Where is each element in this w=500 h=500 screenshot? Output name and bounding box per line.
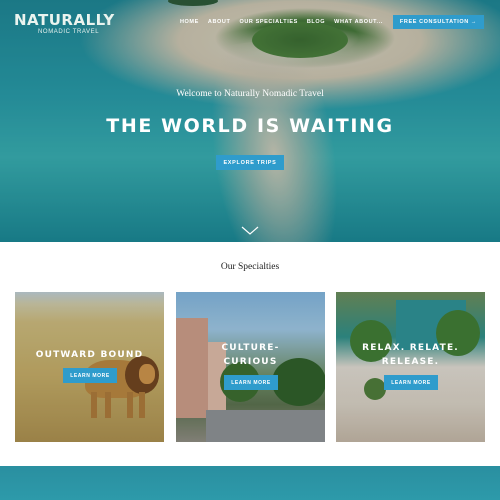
hero-headline: THE WORLD IS WAITING [106,115,394,137]
card-title-line: OUTWARD BOUND [35,350,144,360]
nav-item-home[interactable]: HOME [180,19,199,25]
card-title-line: RELEASE. [381,357,440,367]
main-nav: HOME ABOUT OUR SPECIALTIES BLOG WHAT ABO… [171,15,484,29]
hero-welcome-text: Welcome to Naturally Nomadic Travel [176,89,324,99]
card-overlay [15,292,164,442]
nav-item-blog[interactable]: BLOG [307,19,325,25]
learn-more-button[interactable]: LEARN MORE [224,375,278,390]
card-title-line: CULTURE- [221,343,280,353]
free-consultation-button[interactable]: FREE CONSULTATION → [392,15,484,29]
logo-main-text: NATURALLY [14,11,115,29]
nav-item-our-specialties[interactable]: OUR SPECIALTIES [239,19,297,25]
card-title-line: CURIOUS [223,357,278,367]
hero-section: NATURALLY NOMADIC TRAVEL HOME ABOUT OUR … [0,0,500,242]
specialties-heading: Our Specialties [220,262,280,272]
chevron-down-icon[interactable] [241,226,259,236]
explore-trips-button[interactable]: EXPLORE TRIPS [216,155,284,170]
learn-more-button[interactable]: LEARN MORE [384,375,438,390]
specialty-card-outward-bound[interactable]: OUTWARD BOUND LEARN MORE [15,292,164,442]
next-section-banner [0,466,500,500]
logo-sub-text: NOMADIC TRAVEL [38,29,100,35]
specialty-card-relax-relate-release[interactable]: RELAX. RELATE. RELEASE. LEARN MORE [336,292,485,442]
site-logo[interactable]: NATURALLY NOMADIC TRAVEL [14,12,115,35]
nav-item-about[interactable]: ABOUT [208,19,231,25]
learn-more-button[interactable]: LEARN MORE [63,368,117,383]
card-title-line: RELAX. RELATE. [362,343,459,353]
specialty-card-culture-curious[interactable]: CULTURE- CURIOUS LEARN MORE [176,292,325,442]
nav-item-what-about[interactable]: WHAT ABOUT... [334,19,383,25]
